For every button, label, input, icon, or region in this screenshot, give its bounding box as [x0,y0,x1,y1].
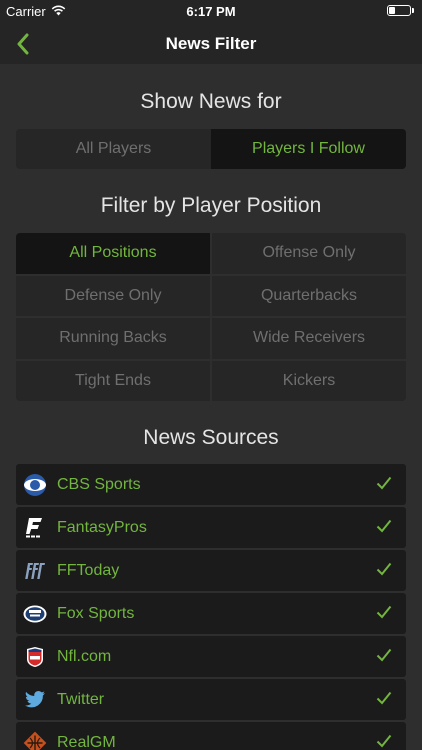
source-row-fftoday[interactable]: FFToday [16,550,406,591]
source-row-fantasypros[interactable]: FantasyPros [16,507,406,548]
checkmark-icon [376,648,392,662]
fantasypros-logo-icon [23,516,47,540]
kickers-option[interactable]: Kickers [212,360,406,401]
fox-sports-logo-icon [23,602,47,626]
source-label: CBS Sports [57,475,141,493]
show-news-segmented-control: All Players Players I Follow [16,129,406,169]
source-label: Nfl.com [57,647,112,665]
defense-only-option[interactable]: Defense Only [16,275,210,316]
source-row-fox-sports[interactable]: Fox Sports [16,593,406,634]
source-label: Twitter [57,690,105,708]
position-filter-heading: Filter by Player Position [100,194,322,217]
status-bar: Carrier 6:17 PM [0,0,422,24]
show-news-heading: Show News for [140,90,282,113]
wide-receivers-option[interactable]: Wide Receivers [212,318,406,359]
checkmark-icon [376,734,392,748]
source-label: RealGM [57,733,116,750]
realgm-logo-icon [23,731,47,750]
status-time: 6:17 PM [186,4,236,19]
checkmark-icon [376,519,392,533]
source-label: Fox Sports [57,604,135,622]
position-filter-grid: All Positions Offense Only Defense Only … [16,233,406,401]
checkmark-icon [376,562,392,576]
checkmark-icon [376,605,392,619]
nfl-logo-icon [23,645,47,669]
checkmark-icon [376,476,392,490]
quarterbacks-option[interactable]: Quarterbacks [212,275,406,316]
navigation-bar: News Filter [0,24,422,64]
news-sources-heading: News Sources [143,426,279,449]
fftoday-logo-icon [23,559,47,583]
checkmark-icon [376,691,392,705]
cbs-logo-icon [23,473,47,497]
news-sources-list: CBS Sports FantasyPros FFToday Fox Sport… [16,464,406,750]
players-i-follow-option[interactable]: Players I Follow [211,129,406,169]
source-label: FFToday [57,561,120,579]
source-row-realgm[interactable]: RealGM [16,722,406,750]
tight-ends-option[interactable]: Tight Ends [16,360,210,401]
battery-icon [387,5,414,16]
source-row-twitter[interactable]: Twitter [16,679,406,720]
offense-only-option[interactable]: Offense Only [212,233,406,274]
source-label: FantasyPros [57,518,147,536]
source-row-cbs-sports[interactable]: CBS Sports [16,464,406,505]
running-backs-option[interactable]: Running Backs [16,318,210,359]
all-positions-option[interactable]: All Positions [16,233,210,274]
twitter-bird-icon [23,688,47,712]
source-row-nfl[interactable]: Nfl.com [16,636,406,677]
page-title: News Filter [165,34,257,53]
all-players-option[interactable]: All Players [16,129,211,169]
